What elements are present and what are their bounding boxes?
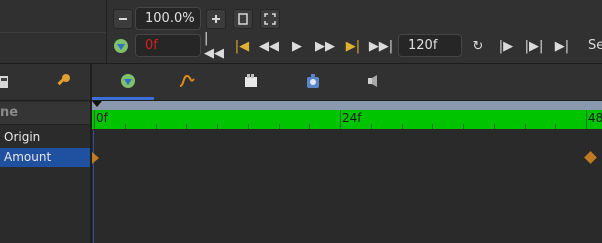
- current-time-line: [93, 130, 94, 243]
- key-icon[interactable]: [55, 73, 71, 89]
- animation-mode-icon[interactable]: [113, 38, 129, 54]
- library-tab-icon: [307, 74, 319, 88]
- fit-icon: [264, 13, 276, 25]
- loop-icon: ↻: [472, 38, 484, 54]
- time-bounds-band[interactable]: [92, 101, 602, 110]
- ruler-tick: [217, 124, 218, 129]
- ruler-tick: [340, 110, 341, 129]
- play-button[interactable]: ▶: [286, 35, 308, 57]
- fast-forward-button[interactable]: ▶▶: [314, 35, 336, 57]
- bounds-begin-button[interactable]: |▶: [495, 35, 517, 57]
- truncated-toolbar-label[interactable]: Se: [588, 38, 602, 53]
- sound-tab[interactable]: [365, 72, 383, 90]
- keyframes-tab[interactable]: [242, 72, 260, 90]
- ruler-tick: [279, 124, 280, 129]
- param-row-amount[interactable]: Amount: [0, 148, 90, 167]
- fit-screen-button[interactable]: [260, 9, 280, 29]
- header-label: ne: [0, 105, 19, 120]
- bounds-begin-icon: |▶: [498, 38, 514, 54]
- params-tab[interactable]: [119, 72, 137, 90]
- ruler-tick: [125, 124, 126, 129]
- zoom-field[interactable]: 100.0%: [135, 7, 201, 30]
- keyframes-tab-icon: [245, 74, 257, 87]
- ruler-tick: [432, 124, 433, 129]
- sound-tab-icon: [368, 75, 377, 87]
- play-icon: ▶: [292, 38, 302, 54]
- ruler-label: 48: [588, 111, 602, 125]
- ruler-tick: [156, 124, 157, 129]
- ruler-tick: [309, 124, 310, 129]
- fast-forward-icon: ▶▶: [315, 38, 335, 54]
- param-row-origin[interactable]: Origin: [0, 128, 90, 147]
- ruler-tick: [555, 124, 556, 129]
- loop-button[interactable]: ↻: [467, 35, 489, 57]
- current-frame-field[interactable]: 0f: [135, 34, 201, 57]
- active-tab-indicator: [92, 97, 154, 100]
- seek-begin-icon: |◀◀: [204, 31, 224, 61]
- bounds-toggle-button[interactable]: |▶|: [523, 35, 545, 57]
- minus-icon: [119, 18, 127, 20]
- timeline-tabs: [92, 64, 602, 101]
- zoom-in-button[interactable]: [206, 9, 226, 29]
- ruler-tick: [463, 124, 464, 129]
- bounds-end-icon: ▶|: [554, 38, 570, 54]
- ruler-tick: [525, 124, 526, 129]
- params-tab-icon: [121, 74, 135, 88]
- param-label: Amount: [4, 150, 52, 164]
- keyframe-marker-end[interactable]: [584, 151, 597, 164]
- page-icon: [238, 13, 248, 25]
- timetrack-panel: 0f 24f 48: [92, 64, 602, 243]
- ruler-tick: [494, 124, 495, 129]
- bounds-end-button[interactable]: ▶|: [551, 35, 573, 57]
- next-keyframe-icon: ▶|: [345, 38, 361, 54]
- ruler-ticks: 0f 24f 48: [92, 110, 602, 129]
- ruler-label: 0f: [96, 111, 108, 125]
- rewind-button[interactable]: ◀◀: [258, 35, 280, 57]
- ruler-tick: [402, 124, 403, 129]
- toolbar-left-area: [0, 0, 107, 63]
- time-cursor-marker[interactable]: [92, 101, 102, 107]
- end-time-field[interactable]: 120f: [398, 34, 462, 57]
- prev-keyframe-icon: |◀: [234, 38, 250, 54]
- rewind-icon: ◀◀: [259, 38, 279, 54]
- column-header-name[interactable]: ne: [0, 102, 90, 125]
- ruler-tick: [371, 124, 372, 129]
- prev-keyframe-button[interactable]: |◀: [231, 35, 253, 57]
- params-panel: ne Origin Amount: [0, 64, 92, 243]
- zoom-out-button[interactable]: [113, 9, 133, 29]
- curves-tab[interactable]: [178, 72, 196, 90]
- seek-end-icon: ▶▶|: [368, 38, 394, 54]
- curves-tab-icon: [179, 74, 195, 87]
- keyframe-marker-start[interactable]: [92, 152, 99, 164]
- ruler-tick: [248, 124, 249, 129]
- plus-icon: [212, 15, 220, 23]
- fit-page-button[interactable]: [233, 9, 253, 29]
- next-keyframe-button[interactable]: ▶|: [342, 35, 364, 57]
- ruler-tick: [586, 110, 587, 129]
- ruler-label: 24f: [342, 111, 362, 125]
- library-tab[interactable]: [304, 72, 322, 90]
- bounds-toggle-icon: |▶|: [524, 38, 544, 54]
- ruler-tick: [94, 110, 95, 129]
- ruler-tick: [186, 124, 187, 129]
- seek-begin-button[interactable]: |◀◀: [204, 31, 226, 61]
- canvas-tab-icon[interactable]: [0, 74, 9, 88]
- param-label: Origin: [4, 130, 41, 144]
- params-panel-tabs: [0, 64, 90, 101]
- seek-end-button[interactable]: ▶▶|: [368, 35, 394, 57]
